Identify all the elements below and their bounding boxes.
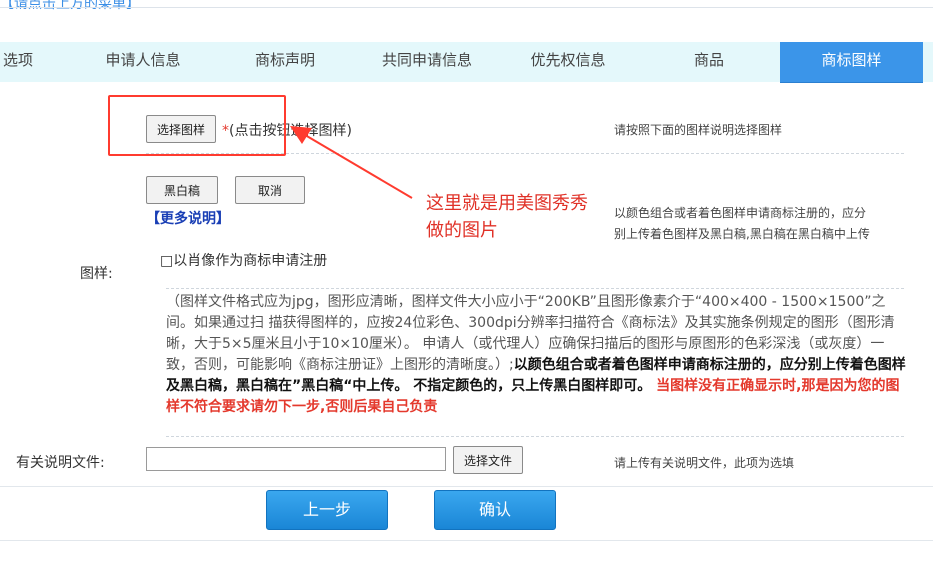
divider (166, 436, 904, 437)
divider (166, 288, 904, 289)
attachment-path-input[interactable] (146, 447, 446, 471)
attachment-hint: 请上传有关说明文件，此项为选填 (614, 456, 795, 470)
annotation-line-1: 这里就是用美图秀秀 (426, 193, 588, 214)
attachment-label: 有关说明文件: (16, 455, 105, 471)
prev-step-button[interactable]: 上一步 (266, 490, 388, 530)
divider (0, 486, 933, 487)
portrait-checkbox[interactable]: □以肖像作为商标申请注册 (160, 250, 327, 270)
annotation-line-2: 做的图片 (426, 220, 498, 241)
annotation-text: 这里就是用美图秀秀 做的图片 (426, 190, 588, 244)
divider (0, 540, 933, 541)
image-field-label: 图样: (80, 266, 113, 282)
choose-file-button[interactable]: 选择文件 (453, 446, 523, 474)
confirm-button[interactable]: 确认 (434, 490, 556, 530)
image-requirements-note: （图样文件格式应为jpg，图形应清晰，图样文件大小应小于“200KB”且图形像素… (166, 292, 906, 418)
